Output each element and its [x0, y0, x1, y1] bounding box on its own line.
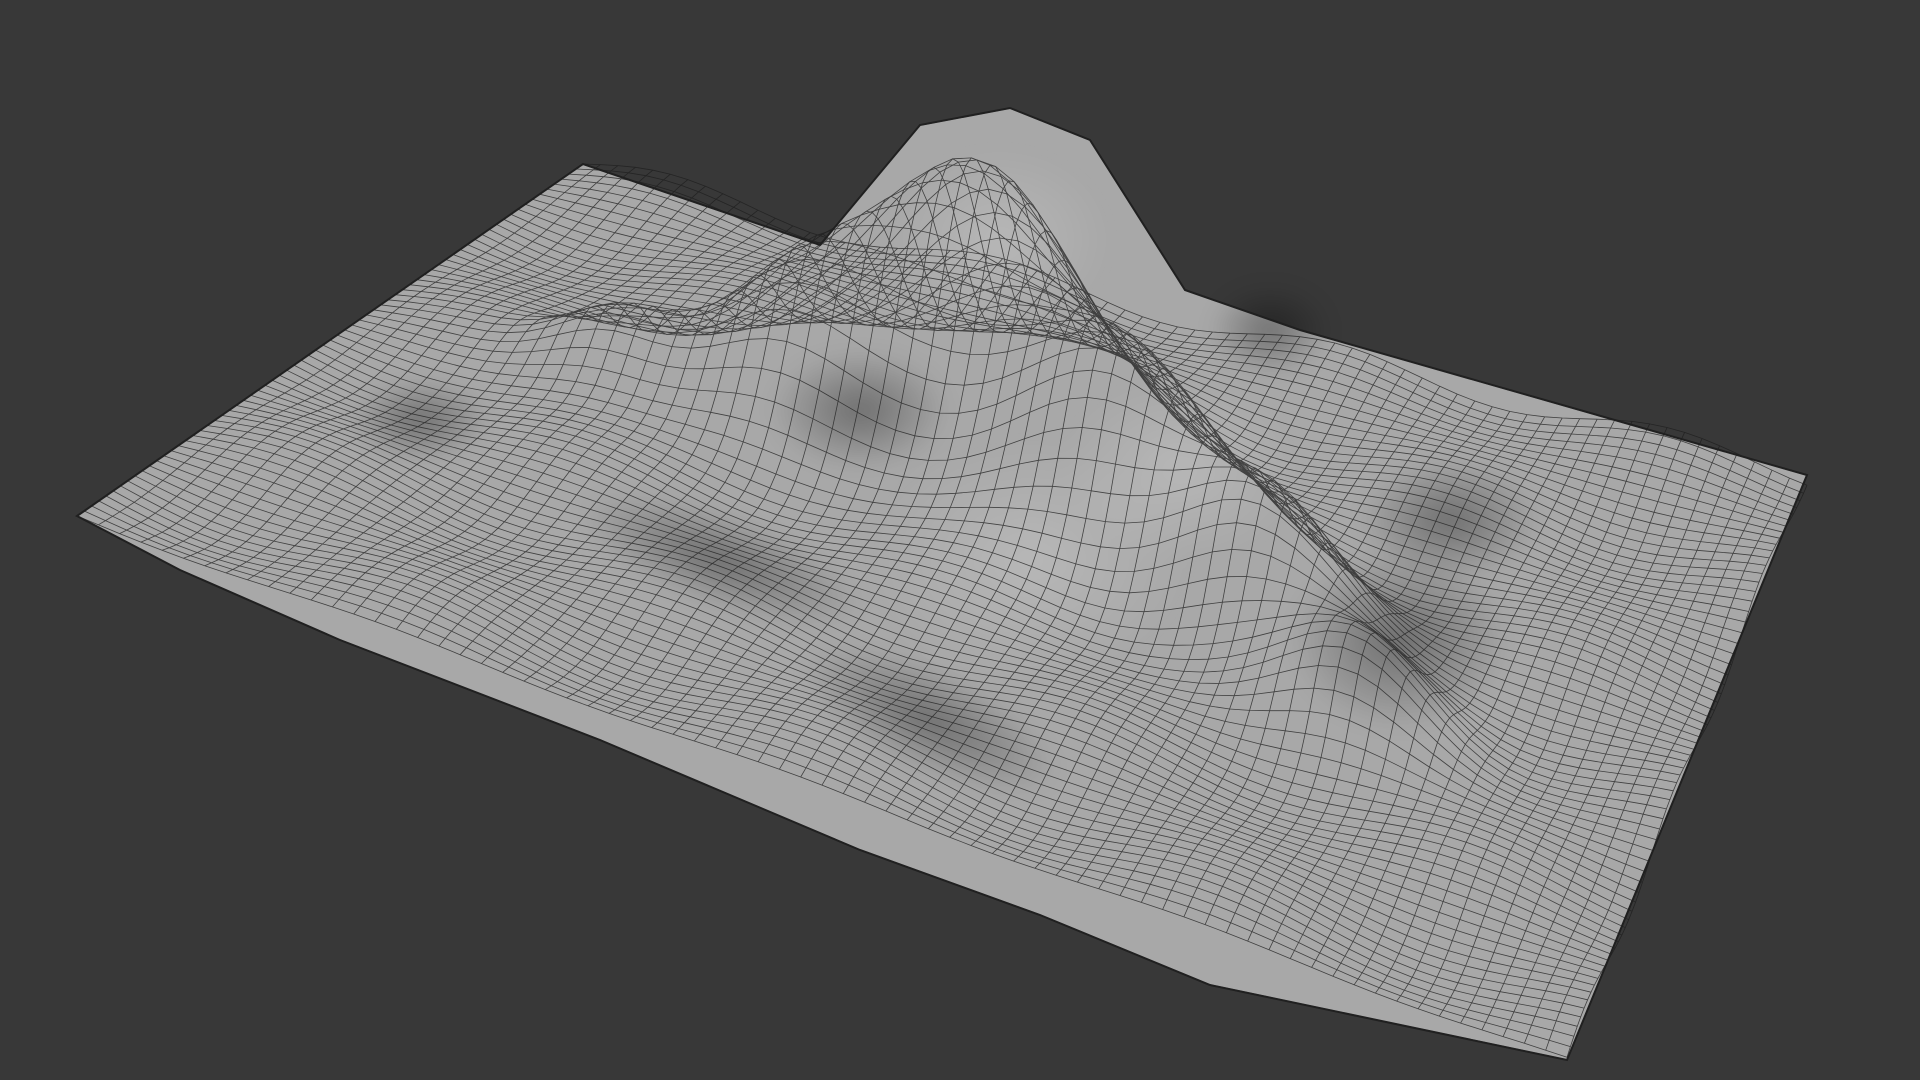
terrain-mesh[interactable] — [0, 0, 1920, 1080]
3d-viewport[interactable] — [0, 0, 1920, 1080]
